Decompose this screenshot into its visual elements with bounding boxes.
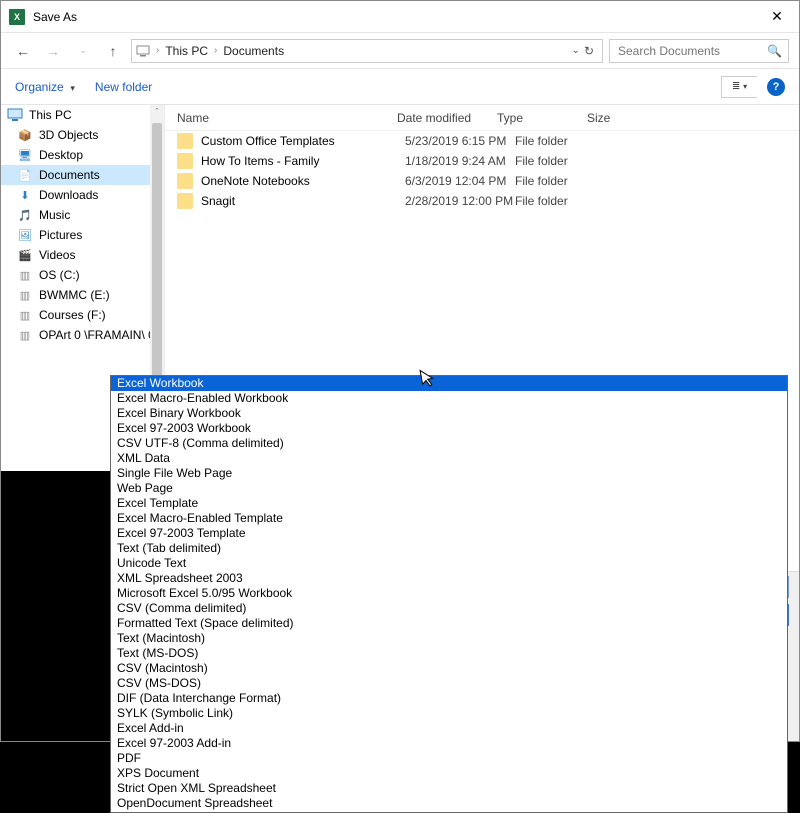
save-type-option[interactable]: OpenDocument Spreadsheet	[111, 796, 787, 811]
file-row[interactable]: How To Items - Family1/18/2019 9:24 AMFi…	[165, 151, 799, 171]
tree-item-desktop[interactable]: 🖥Desktop	[1, 145, 164, 165]
save-type-option[interactable]: Web Page	[111, 481, 787, 496]
save-type-option[interactable]: PDF	[111, 751, 787, 766]
column-header-row: Name Date modified Type Size	[165, 105, 799, 131]
save-type-option[interactable]: Single File Web Page	[111, 466, 787, 481]
save-type-option[interactable]: Unicode Text	[111, 556, 787, 571]
vids-icon: 🎬	[17, 247, 33, 263]
folder3d-icon: 📦	[17, 127, 33, 143]
file-row[interactable]: Snagit2/28/2019 12:00 PMFile folder	[165, 191, 799, 211]
view-mode-button[interactable]: ≣ ▾	[721, 76, 757, 98]
tree-item-opart-0-framain-0[interactable]: ▥OPArt 0 \FRAMAIN\ 0	[1, 325, 164, 345]
docs-icon: 📄	[17, 167, 33, 183]
down-icon: ⬇	[17, 187, 33, 203]
folder-icon	[177, 133, 193, 149]
window-title: Save As	[33, 10, 77, 24]
dropdown-icon[interactable]: ⌄	[572, 45, 580, 56]
save-type-dropdown-list[interactable]: Excel WorkbookExcel Macro-Enabled Workbo…	[110, 375, 788, 813]
recent-dropdown[interactable]: ⌄	[71, 39, 95, 63]
save-type-option[interactable]: Excel Workbook	[111, 376, 787, 391]
save-type-option[interactable]: DIF (Data Interchange Format)	[111, 691, 787, 706]
toolbar: Organize ▾ New folder ≣ ▾ ?	[1, 69, 799, 105]
tree-item-music[interactable]: 🎵Music	[1, 205, 164, 225]
new-folder-button[interactable]: New folder	[95, 80, 152, 94]
save-type-option[interactable]: Strict Open XML Spreadsheet	[111, 781, 787, 796]
chevron-right-icon: ›	[156, 45, 159, 56]
tree-item-documents[interactable]: 📄Documents	[1, 165, 164, 185]
crop-artifact	[1, 471, 110, 741]
drive-icon: ▥	[17, 307, 33, 323]
drive-icon: ▥	[17, 327, 33, 343]
file-row[interactable]: OneNote Notebooks6/3/2019 12:04 PMFile f…	[165, 171, 799, 191]
tree-item-downloads[interactable]: ⬇Downloads	[1, 185, 164, 205]
save-type-option[interactable]: SYLK (Symbolic Link)	[111, 706, 787, 721]
col-size[interactable]: Size	[587, 111, 647, 125]
search-input[interactable]	[616, 43, 763, 59]
drive-icon: ▥	[17, 287, 33, 303]
desktop-icon: 🖥	[17, 147, 33, 163]
tree-item-bwmmc-e-[interactable]: ▥BWMMC (E:)	[1, 285, 164, 305]
crumb-documents[interactable]: Documents	[223, 44, 284, 58]
search-box[interactable]: 🔍	[609, 39, 789, 63]
save-type-option[interactable]: Excel Binary Workbook	[111, 406, 787, 421]
save-type-option[interactable]: Formatted Text (Space delimited)	[111, 616, 787, 631]
save-type-option[interactable]: Excel Template	[111, 496, 787, 511]
up-button[interactable]: ↑	[101, 39, 125, 63]
save-type-option[interactable]: Excel 97-2003 Template	[111, 526, 787, 541]
save-as-dialog: X Save As ✕ ← → ⌄ ↑ › This PC › Document…	[0, 0, 800, 742]
col-date[interactable]: Date modified	[397, 111, 497, 125]
address-bar[interactable]: › This PC › Documents ⌄ ↻	[131, 39, 603, 63]
drive-icon: ▥	[17, 267, 33, 283]
save-type-option[interactable]: Microsoft Excel 5.0/95 Workbook	[111, 586, 787, 601]
folder-icon	[177, 173, 193, 189]
save-type-option[interactable]: Excel 97-2003 Workbook	[111, 421, 787, 436]
music-icon: 🎵	[17, 207, 33, 223]
excel-icon: X	[9, 9, 25, 25]
col-name[interactable]: Name	[177, 111, 397, 125]
search-icon: 🔍	[767, 44, 782, 58]
pics-icon: 🖼	[17, 227, 33, 243]
save-type-option[interactable]: Excel 97-2003 Add-in	[111, 736, 787, 751]
save-type-option[interactable]: CSV UTF-8 (Comma delimited)	[111, 436, 787, 451]
scroll-up-icon[interactable]: ˆ	[150, 105, 164, 119]
save-type-option[interactable]: Excel Macro-Enabled Workbook	[111, 391, 787, 406]
save-type-option[interactable]: XPS Document	[111, 766, 787, 781]
save-type-option[interactable]: Text (Tab delimited)	[111, 541, 787, 556]
save-type-option[interactable]: Text (Macintosh)	[111, 631, 787, 646]
save-type-option[interactable]: Text (MS-DOS)	[111, 646, 787, 661]
tree-item-3d-objects[interactable]: 📦3D Objects	[1, 125, 164, 145]
back-button[interactable]: ←	[11, 39, 35, 63]
close-button[interactable]: ✕	[755, 1, 799, 33]
forward-button[interactable]: →	[41, 39, 65, 63]
tree-this-pc[interactable]: This PC	[1, 105, 164, 125]
chevron-right-icon: ›	[214, 45, 217, 56]
save-type-option[interactable]: XML Data	[111, 451, 787, 466]
refresh-icon[interactable]: ↻	[584, 44, 594, 58]
folder-icon	[177, 153, 193, 169]
save-type-option[interactable]: XML Spreadsheet 2003	[111, 571, 787, 586]
save-type-option[interactable]: Excel Macro-Enabled Template	[111, 511, 787, 526]
nav-bar: ← → ⌄ ↑ › This PC › Documents ⌄ ↻ 🔍	[1, 33, 799, 69]
tree-item-os-c-[interactable]: ▥OS (C:)	[1, 265, 164, 285]
folder-icon	[177, 193, 193, 209]
col-type[interactable]: Type	[497, 111, 587, 125]
pc-icon	[136, 44, 150, 58]
save-type-option[interactable]: Excel Add-in	[111, 721, 787, 736]
help-button[interactable]: ?	[767, 78, 785, 96]
pc-icon	[7, 107, 23, 123]
crumb-this-pc[interactable]: This PC	[165, 44, 208, 58]
organize-menu[interactable]: Organize ▾	[15, 80, 75, 94]
save-type-option[interactable]: CSV (MS-DOS)	[111, 676, 787, 691]
file-row[interactable]: Custom Office Templates5/23/2019 6:15 PM…	[165, 131, 799, 151]
tree-item-pictures[interactable]: 🖼Pictures	[1, 225, 164, 245]
titlebar: X Save As ✕	[1, 1, 799, 33]
save-type-option[interactable]: CSV (Macintosh)	[111, 661, 787, 676]
save-type-option[interactable]: CSV (Comma delimited)	[111, 601, 787, 616]
tree-item-videos[interactable]: 🎬Videos	[1, 245, 164, 265]
tree-item-courses-f-[interactable]: ▥Courses (F:)	[1, 305, 164, 325]
